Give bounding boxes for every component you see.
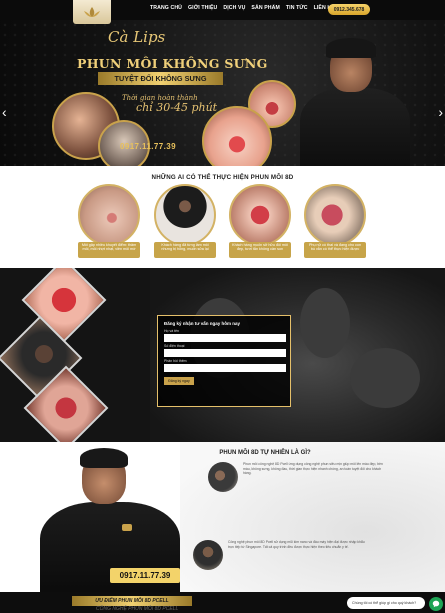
- who-card-image: [229, 184, 291, 246]
- site-logo[interactable]: [73, 0, 111, 24]
- hero-headline: PHUN MÔI KHÔNG SƯNG: [77, 56, 268, 71]
- menu-item-news[interactable]: TIN TỨC: [286, 5, 308, 11]
- slider-next-icon[interactable]: ›: [438, 104, 443, 120]
- advantages-subtitle: CÔNG NGHỆ PHUN MÔI 8D PCELL: [96, 606, 179, 612]
- what-item-image: [193, 540, 223, 570]
- main-menu: TRANG CHỦ GIỚI THIỆU DỊCH VỤ SẢN PHẨM TI…: [150, 5, 335, 11]
- who-card-image: [154, 184, 216, 246]
- what-item: Phun môi công nghệ 8D Pcell ứng dụng côn…: [208, 462, 383, 492]
- what-title: PHUN MÔI 8D TỰ NHIÊN LÀ GÌ?: [219, 450, 311, 456]
- who-card-caption: Môi gặp nhiều khuyết điểm: thâm môi, môi…: [78, 242, 140, 258]
- form-title: Đăng ký nhận tư vấn ngay hôm nay: [164, 321, 241, 326]
- menu-item-about[interactable]: GIỚI THIỆU: [188, 5, 217, 11]
- form-label-note: Phản hồi thêm: [164, 359, 187, 363]
- hero-artist-photo: [300, 36, 410, 166]
- who-card-caption: Phụ nữ có thai và đang cho con bú vẫn có…: [304, 242, 366, 258]
- who-card-image: [304, 184, 366, 246]
- what-item-text: Phun môi công nghệ 8D Pcell ứng dụng côn…: [243, 462, 383, 476]
- hero-hotline[interactable]: 0917.11.77.39: [120, 142, 176, 151]
- form-label-phone: Số điện thoại: [164, 344, 185, 348]
- chat-bubble-icon[interactable]: [429, 597, 443, 611]
- chat-prompt[interactable]: Chúng tôi có thể giúp gì cho quý khách?: [347, 597, 425, 609]
- advantages-ribbon: ƯU ĐIỂM PHUN MÔI 8D PCELL: [72, 596, 192, 606]
- header-phone-button[interactable]: 0912.345.678: [328, 4, 370, 15]
- what-section: PHUN MÔI 8D TỰ NHIÊN LÀ GÌ? Phun môi côn…: [0, 442, 445, 592]
- phone-input[interactable]: [164, 349, 286, 357]
- artist-body: [300, 88, 410, 166]
- who-card: Phụ nữ có thai và đang cho con bú vẫn có…: [304, 184, 366, 258]
- note-input[interactable]: [164, 364, 286, 372]
- what-item: Công nghệ phun môi 8D Pcell sử dụng mũi …: [193, 540, 368, 570]
- menu-item-services[interactable]: DỊCH VỤ: [223, 5, 245, 11]
- consult-form: Đăng ký nhận tư vấn ngay hôm nay Họ và t…: [157, 315, 291, 407]
- hero-subtitle: Thời gian hoàn thành chỉ 30-45 phút: [122, 94, 217, 115]
- who-section: NHỮNG AI CÓ THỂ THỰC HIỆN PHUN MÔI 8D Mô…: [0, 166, 445, 268]
- hero-brand: Cà Lips: [108, 28, 166, 46]
- what-item-text: Công nghệ phun môi 8D Pcell sử dụng mũi …: [228, 540, 365, 549]
- portrait-hair: [80, 448, 128, 468]
- lotus-logo-icon: [81, 6, 103, 18]
- artist-cap: [326, 38, 376, 58]
- who-card-caption: Khách hàng muốn sở hữu đôi môi đẹp, tươi…: [229, 242, 291, 258]
- who-card: Khách hàng đã từng làm môi nhưng bị hỏng…: [154, 184, 216, 258]
- consult-section: Đăng ký nhận tư vấn ngay hôm nay Họ và t…: [0, 268, 445, 442]
- who-title: NHỮNG AI CÓ THỂ THỰC HIỆN PHUN MÔI 8D: [151, 174, 294, 181]
- what-item-image: [208, 462, 238, 492]
- who-card: Khách hàng muốn sở hữu đôi môi đẹp, tươi…: [229, 184, 291, 258]
- hero-sub-line2: chỉ 30-45 phút: [136, 101, 218, 115]
- menu-item-home[interactable]: TRANG CHỦ: [150, 5, 182, 11]
- portrait-phone-badge[interactable]: 0917.11.77.39: [110, 568, 180, 583]
- who-card-image: [78, 184, 140, 246]
- hero-banner: Cà Lips PHUN MÔI KHÔNG SƯNG TUYỆT ĐỐI KH…: [0, 20, 445, 166]
- who-card: Môi gặp nhiều khuyết điểm: thâm môi, môi…: [78, 184, 140, 258]
- hero-ribbon: TUYỆT ĐỐI KHÔNG SƯNG: [98, 72, 223, 85]
- name-input[interactable]: [164, 334, 286, 342]
- who-card-caption: Khách hàng đã từng làm môi nhưng bị hỏng…: [154, 242, 216, 258]
- form-submit-button[interactable]: Đăng ký ngay: [164, 377, 194, 385]
- form-label-name: Họ và tên: [164, 329, 179, 333]
- top-nav: TRANG CHỦ GIỚI THIỆU DỊCH VỤ SẢN PHẨM TI…: [0, 0, 445, 24]
- slider-prev-icon[interactable]: ‹: [2, 104, 7, 120]
- menu-item-products[interactable]: SẢN PHẨM: [251, 5, 279, 11]
- shirt-logo: [122, 524, 132, 531]
